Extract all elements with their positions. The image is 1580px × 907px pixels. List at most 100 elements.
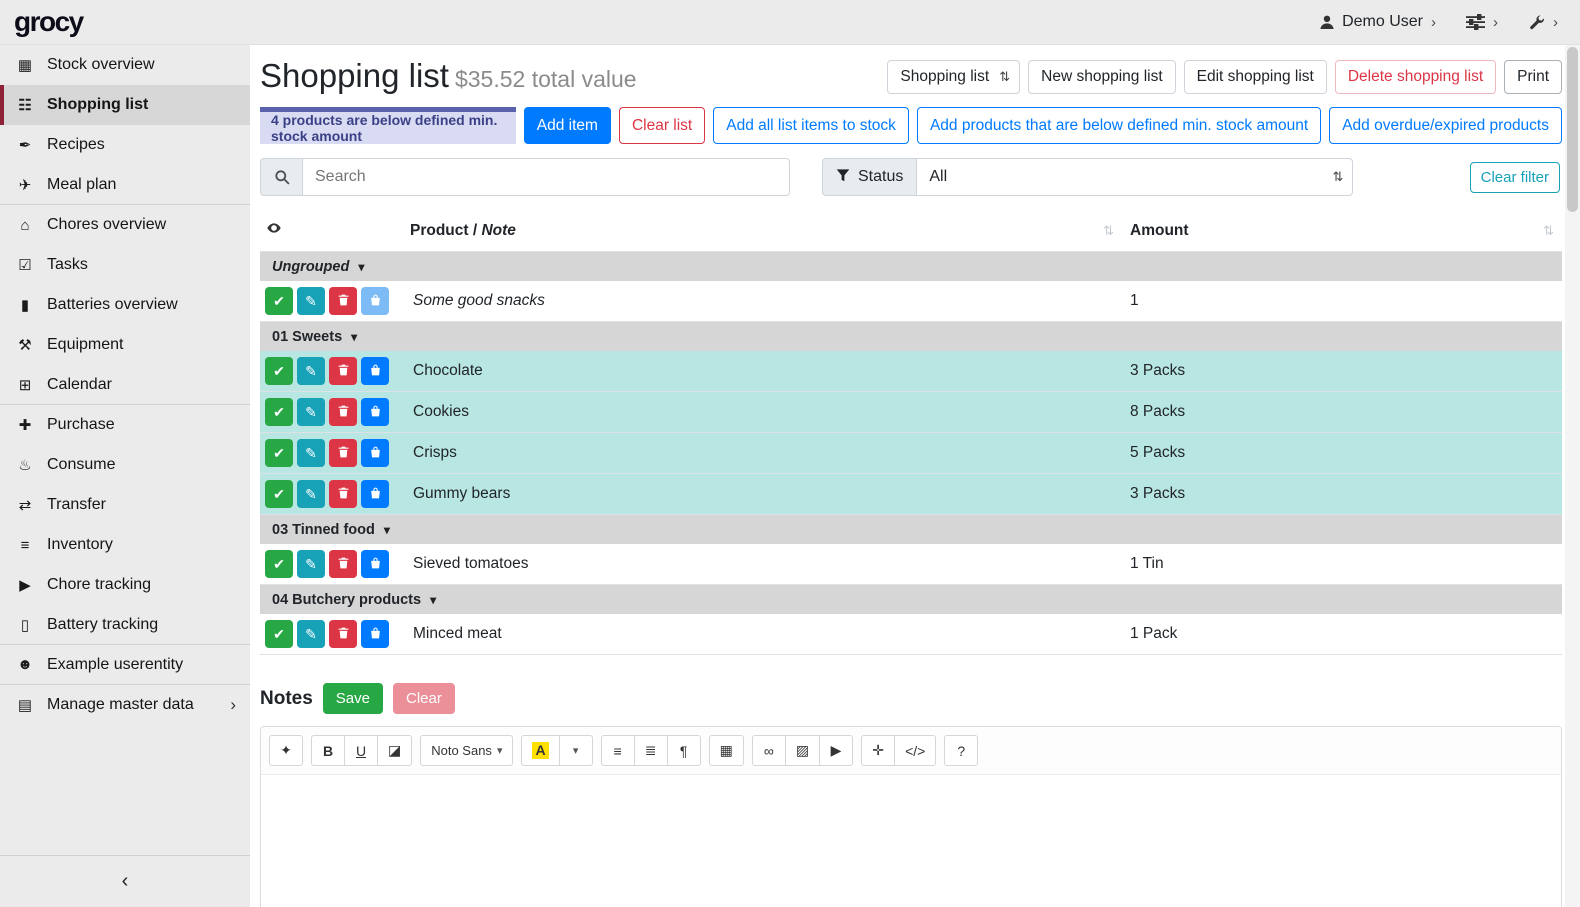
font-color-button[interactable]: A: [521, 735, 559, 766]
mark-done-button[interactable]: ✔: [265, 287, 293, 315]
group-header-row[interactable]: 03 Tinned food ▾: [260, 515, 1562, 544]
edit-item-button[interactable]: ✎: [297, 398, 325, 426]
admin-menu[interactable]: ›: [1528, 14, 1558, 31]
caret-down-icon: ▾: [573, 744, 579, 757]
status-select[interactable]: All ⇅: [916, 158, 1353, 196]
insert-table-button[interactable]: ▦: [709, 735, 744, 766]
edit-item-button[interactable]: ✎: [297, 550, 325, 578]
clear-formatting-button[interactable]: ◪: [377, 735, 412, 766]
shopping-list-selector[interactable]: Shopping list ⇅: [887, 60, 1020, 94]
print-button[interactable]: Print: [1504, 60, 1562, 94]
product-column-header[interactable]: Product / Note ⇅: [410, 222, 1130, 240]
sidebar-item-battery-tracking[interactable]: ▯ Battery tracking: [0, 605, 250, 645]
min-stock-alert[interactable]: 4 products are below defined min. stock …: [260, 107, 516, 144]
sidebar-item-equipment[interactable]: ⚒ Equipment: [0, 325, 250, 365]
add-to-stock-button[interactable]: [361, 439, 389, 467]
mark-done-button[interactable]: ✔: [265, 480, 293, 508]
add-all-to-stock-button[interactable]: Add all list items to stock: [713, 107, 909, 144]
font-color-dropdown[interactable]: ▾: [559, 735, 593, 766]
edit-item-button[interactable]: ✎: [297, 439, 325, 467]
new-shopping-list-button[interactable]: New shopping list: [1028, 60, 1175, 94]
unordered-list-button[interactable]: ≡: [601, 735, 635, 766]
delete-item-button[interactable]: [329, 357, 357, 385]
amount-column-header[interactable]: Amount ⇅: [1130, 222, 1562, 240]
insert-video-button[interactable]: ▶: [819, 735, 853, 766]
notes-editor-textarea[interactable]: [261, 775, 1561, 907]
add-overdue-button[interactable]: Add overdue/expired products: [1329, 107, 1562, 144]
paragraph-align-button[interactable]: ¶: [667, 735, 701, 766]
search-input[interactable]: [302, 158, 790, 196]
user-menu[interactable]: Demo User ›: [1319, 13, 1436, 31]
insert-link-button[interactable]: ∞: [752, 735, 786, 766]
delete-item-button[interactable]: [329, 480, 357, 508]
page-scrollbar[interactable]: [1565, 45, 1580, 907]
group-header-row[interactable]: Ungrouped ▾: [260, 252, 1562, 281]
sidebar-item-purchase[interactable]: ✚ Purchase: [0, 405, 250, 445]
delete-item-button[interactable]: [329, 620, 357, 648]
sort-icon[interactable]: ⇅: [1103, 223, 1114, 239]
ordered-list-button[interactable]: ≣: [634, 735, 668, 766]
insert-picture-button[interactable]: ▨: [785, 735, 820, 766]
sidebar-item-inventory[interactable]: ≡ Inventory: [0, 525, 250, 565]
sidebar-item-stock-overview[interactable]: ▦ Stock overview: [0, 45, 250, 85]
scrollbar-thumb[interactable]: [1567, 47, 1578, 212]
add-to-stock-button[interactable]: [361, 357, 389, 385]
delete-item-button[interactable]: [329, 287, 357, 315]
sidebar-item-chores-overview[interactable]: ⌂ Chores overview: [0, 205, 250, 245]
grocy-logo[interactable]: grocy: [14, 6, 83, 38]
notes-clear-button[interactable]: Clear: [393, 683, 455, 714]
sidebar-item-calendar[interactable]: ⊞ Calendar: [0, 365, 250, 405]
group-header-row[interactable]: 04 Butchery products ▾: [260, 585, 1562, 614]
delete-item-button[interactable]: [329, 398, 357, 426]
add-below-min-stock-button[interactable]: Add products that are below defined min.…: [917, 107, 1321, 144]
sidebar-item-chore-tracking[interactable]: ▶ Chore tracking: [0, 565, 250, 605]
mark-done-button[interactable]: ✔: [265, 550, 293, 578]
add-to-stock-button[interactable]: [361, 550, 389, 578]
sidebar-item-recipes[interactable]: ✒ Recipes: [0, 125, 250, 165]
mark-done-button[interactable]: ✔: [265, 439, 293, 467]
visibility-column-header[interactable]: [260, 220, 410, 241]
edit-item-button[interactable]: ✎: [297, 357, 325, 385]
help-button[interactable]: ?: [944, 735, 978, 766]
bold-button[interactable]: B: [311, 735, 345, 766]
mark-done-button[interactable]: ✔: [265, 357, 293, 385]
sidebar-item-batteries-overview[interactable]: ▮ Batteries overview: [0, 285, 250, 325]
sidebar-item-transfer[interactable]: ⇄ Transfer: [0, 485, 250, 525]
edit-item-button[interactable]: ✎: [297, 287, 325, 315]
add-item-button[interactable]: Add item: [524, 107, 611, 144]
sidebar-item-tasks[interactable]: ☑ Tasks: [0, 245, 250, 285]
add-to-stock-button[interactable]: [361, 287, 389, 315]
edit-item-button[interactable]: ✎: [297, 480, 325, 508]
mark-done-button[interactable]: ✔: [265, 398, 293, 426]
sort-icon[interactable]: ⇅: [1543, 223, 1554, 239]
delete-shopping-list-button[interactable]: Delete shopping list: [1335, 60, 1496, 94]
sidebar-collapse-button[interactable]: ‹: [0, 855, 250, 907]
add-to-stock-button[interactable]: [361, 480, 389, 508]
add-to-stock-button[interactable]: [361, 398, 389, 426]
paper-plane-icon: ✈: [14, 176, 36, 194]
add-to-stock-button[interactable]: [361, 620, 389, 648]
edit-shopping-list-button[interactable]: Edit shopping list: [1184, 60, 1327, 94]
sidebar-item-consume[interactable]: ♨ Consume: [0, 445, 250, 485]
mark-done-button[interactable]: ✔: [265, 620, 293, 648]
group-header-row[interactable]: 01 Sweets ▾: [260, 322, 1562, 351]
codeview-button[interactable]: </>: [894, 735, 936, 766]
edit-item-button[interactable]: ✎: [297, 620, 325, 648]
sidebar-item-shopping-list[interactable]: ☷ Shopping list: [0, 85, 250, 125]
fullscreen-button[interactable]: ✛: [861, 735, 895, 766]
magic-style-button[interactable]: ✦: [269, 735, 303, 766]
delete-item-button[interactable]: [329, 550, 357, 578]
table-body: Ungrouped ▾ ✔ ✎ Some good snacks 1 01 Sw…: [260, 252, 1562, 655]
clear-filter-button[interactable]: Clear filter: [1470, 162, 1560, 193]
sidebar-item-meal-plan[interactable]: ✈ Meal plan: [0, 165, 250, 205]
font-family-dropdown[interactable]: Noto Sans ▾: [420, 735, 513, 766]
clear-list-button[interactable]: Clear list: [619, 107, 705, 144]
underline-button[interactable]: U: [344, 735, 378, 766]
sidebar-item-label: Purchase: [47, 416, 236, 434]
sliders-icon: [1466, 14, 1485, 30]
delete-item-button[interactable]: [329, 439, 357, 467]
notes-save-button[interactable]: Save: [323, 683, 383, 714]
settings-menu[interactable]: ›: [1466, 14, 1498, 31]
sidebar-item-example-userentity[interactable]: ☻ Example userentity: [0, 645, 250, 685]
sidebar-item-manage-master-data[interactable]: ▤ Manage master data ›: [0, 685, 250, 725]
